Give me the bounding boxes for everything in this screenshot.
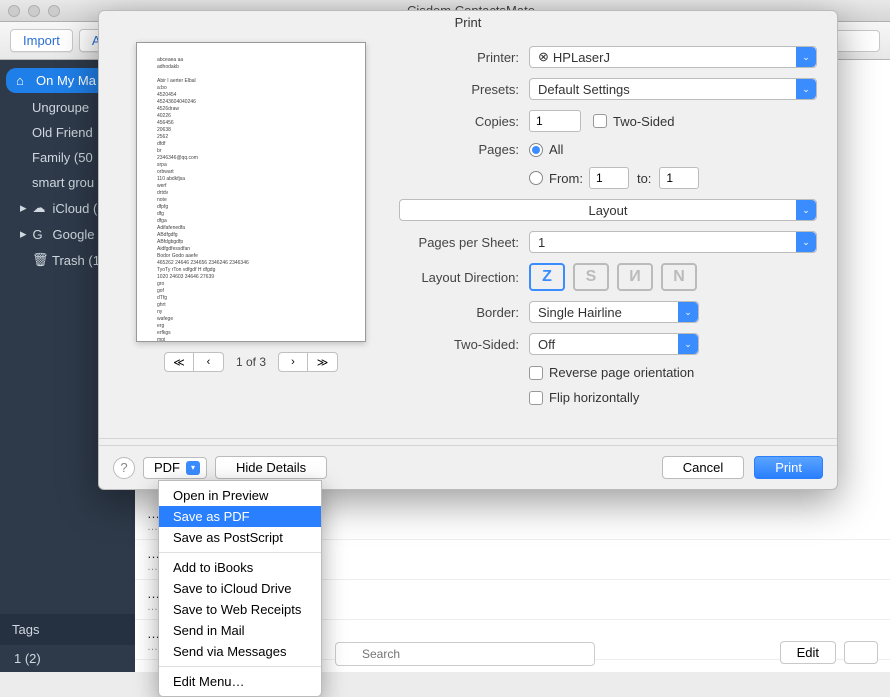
pps-label: Pages per Sheet: <box>399 235 529 250</box>
dialog-title: Print <box>99 11 837 34</box>
print-button[interactable]: Print <box>754 456 823 479</box>
import-button[interactable]: Import <box>10 29 73 52</box>
flip-horizontally-checkbox[interactable] <box>529 391 543 405</box>
print-dialog: Print abceaea aaadhodakbAbir I aerter El… <box>98 10 838 490</box>
preview-navigation: ≪ ‹ 1 of 3 › ≫ <box>164 352 338 372</box>
two-sided-label: Two-Sided <box>613 114 674 129</box>
cancel-button[interactable]: Cancel <box>662 456 744 479</box>
sidebar-label: On My Ma <box>36 73 96 88</box>
menu-separator <box>159 666 321 667</box>
print-preview-page: abceaea aaadhodakbAbir I aerter Elbala:b… <box>136 42 366 342</box>
printer-label: Printer: <box>399 50 529 65</box>
help-button[interactable]: ? <box>113 457 135 479</box>
layout-direction-3[interactable]: И <box>617 263 653 291</box>
menu-save-as-postscript[interactable]: Save as PostScript <box>159 527 321 548</box>
first-page-button[interactable]: ≪ <box>164 352 194 372</box>
layout-direction-label: Layout Direction: <box>399 270 529 285</box>
pages-from-label: From: <box>549 171 583 186</box>
twosided-value: Off <box>538 337 555 352</box>
border-select[interactable]: Single Hairline ⌄ <box>529 301 699 323</box>
menu-send-in-mail[interactable]: Send in Mail <box>159 620 321 641</box>
layout-select-value: Layout <box>588 203 627 218</box>
reverse-orientation-checkbox[interactable] <box>529 366 543 380</box>
printer-select[interactable]: ⊗ HPLaserJ ⌄ <box>529 46 817 68</box>
menu-save-to-icloud[interactable]: Save to iCloud Drive <box>159 578 321 599</box>
hide-details-button[interactable]: Hide Details <box>215 456 327 479</box>
prev-page-button[interactable]: ‹ <box>194 352 224 372</box>
minimize-window-icon[interactable] <box>28 5 40 17</box>
chevron-updown-icon: ⌄ <box>796 200 816 220</box>
chevron-right-icon: ▸ <box>20 200 27 216</box>
menu-save-to-web-receipts[interactable]: Save to Web Receipts <box>159 599 321 620</box>
menu-add-to-ibooks[interactable]: Add to iBooks <box>159 557 321 578</box>
copies-label: Copies: <box>399 114 529 129</box>
next-page-button[interactable]: › <box>278 352 308 372</box>
layout-direction-4[interactable]: N <box>661 263 697 291</box>
pdf-dropdown-menu: Open in Preview Save as PDF Save as Post… <box>158 480 322 697</box>
presets-value: Default Settings <box>538 82 630 97</box>
google-icon: G <box>33 227 47 242</box>
layout-direction-1[interactable]: Z <box>529 263 565 291</box>
tag-item[interactable]: 1 (2) <box>0 645 135 672</box>
flip-horizontally-label: Flip horizontally <box>549 390 639 405</box>
menu-save-as-pdf[interactable]: Save as PDF <box>159 506 321 527</box>
page-indicator: 1 of 3 <box>236 355 266 369</box>
two-sided-select[interactable]: Off ⌄ <box>529 333 699 355</box>
pages-all-label: All <box>549 142 563 157</box>
copies-input[interactable] <box>529 110 581 132</box>
contacts-search-input[interactable] <box>335 642 595 666</box>
share-button[interactable] <box>844 641 878 664</box>
chevron-updown-icon: ⌄ <box>796 232 816 252</box>
chevron-updown-icon: ⌄ <box>678 334 698 354</box>
pages-from-radio[interactable] <box>529 171 543 185</box>
chevron-updown-icon: ⌄ <box>796 79 816 99</box>
twosided-label: Two-Sided: <box>399 337 529 352</box>
pdf-label: PDF <box>154 460 180 475</box>
home-icon: ⌂ <box>16 73 30 88</box>
layout-direction-2[interactable]: S <box>573 263 609 291</box>
zoom-window-icon[interactable] <box>48 5 60 17</box>
pages-per-sheet-select[interactable]: 1 ⌄ <box>529 231 817 253</box>
reverse-orientation-label: Reverse page orientation <box>549 365 694 380</box>
pps-value: 1 <box>538 235 545 250</box>
menu-open-in-preview[interactable]: Open in Preview <box>159 485 321 506</box>
border-label: Border: <box>399 305 529 320</box>
chevron-updown-icon: ⌄ <box>796 47 816 67</box>
printer-value: HPLaserJ <box>553 50 610 65</box>
pages-from-input[interactable] <box>589 167 629 189</box>
pages-label: Pages: <box>399 142 529 157</box>
close-window-icon[interactable] <box>8 5 20 17</box>
menu-send-via-messages[interactable]: Send via Messages <box>159 641 321 662</box>
two-sided-checkbox[interactable] <box>593 114 607 128</box>
presets-select[interactable]: Default Settings ⌄ <box>529 78 817 100</box>
printer-close-icon[interactable]: ⊗ <box>538 49 549 65</box>
pages-to-input[interactable] <box>659 167 699 189</box>
presets-label: Presets: <box>399 82 529 97</box>
border-value: Single Hairline <box>538 305 622 320</box>
trash-icon: 🗑 <box>32 252 46 268</box>
menu-edit-menu[interactable]: Edit Menu… <box>159 671 321 692</box>
menu-separator <box>159 552 321 553</box>
pages-all-radio[interactable] <box>529 143 543 157</box>
last-page-button[interactable]: ≫ <box>308 352 338 372</box>
chevron-right-icon: ▸ <box>20 226 27 242</box>
chevron-down-icon: ▾ <box>186 461 200 475</box>
print-section-select[interactable]: Layout ⌄ <box>399 199 817 221</box>
chevron-updown-icon: ⌄ <box>678 302 698 322</box>
tags-header: Tags <box>0 614 135 645</box>
pages-to-label: to: <box>629 171 659 186</box>
cloud-icon: ☁ <box>33 200 47 216</box>
pdf-dropdown-button[interactable]: PDF ▾ <box>143 457 207 479</box>
edit-button[interactable]: Edit <box>780 641 836 664</box>
traffic-lights <box>8 5 60 17</box>
